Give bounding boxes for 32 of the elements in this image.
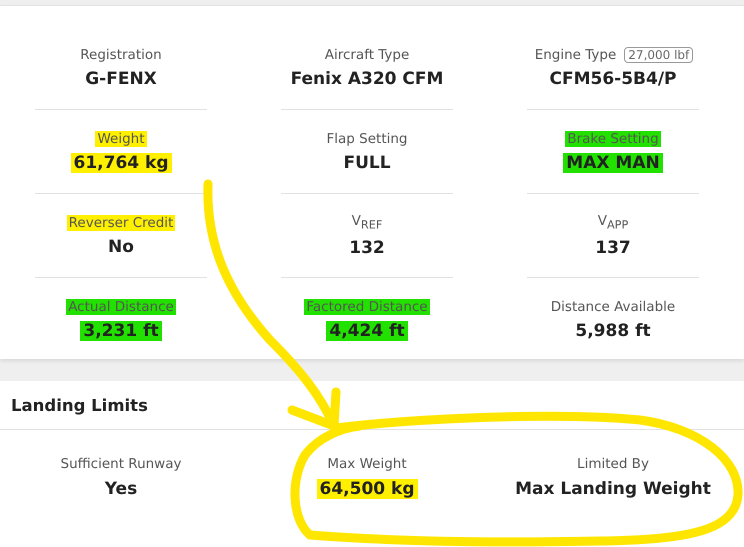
field-label: Reverser Credit <box>66 214 176 230</box>
field-value: MAX MAN <box>563 152 663 172</box>
field-value: 5,988 ft <box>574 320 652 340</box>
field-value: Fenix A320 CFM <box>290 68 444 88</box>
field-label: Flap Setting <box>326 130 408 146</box>
field-label: Actual Distance <box>66 298 176 314</box>
field-value: 4,424 ft <box>326 320 408 340</box>
field-label: Max Weight <box>326 456 408 472</box>
field-label: Distance Available <box>550 298 676 314</box>
field-label: Limited By <box>576 456 650 472</box>
field-value: 61,764 kg <box>70 152 172 172</box>
field-value: 132 <box>348 238 386 258</box>
field-value: No <box>107 236 135 256</box>
section-title: Landing Limits <box>11 396 148 414</box>
field-value: CFM56-5B4/P <box>548 68 678 88</box>
field-value: 137 <box>594 238 632 258</box>
field-label: Weight <box>95 130 147 146</box>
field-label: Registration <box>79 46 163 62</box>
field-label: Aircraft Type <box>324 46 410 62</box>
field-label: Engine Type <box>534 46 618 62</box>
field-label: Brake Setting <box>565 130 661 146</box>
thrust-badge: 27,000 lbf <box>624 46 694 62</box>
field-value: 3,231 ft <box>80 320 162 340</box>
field-label: V$_{REF}$ <box>350 213 384 232</box>
field-label: Factored Distance <box>304 298 430 314</box>
field-label: V$_{APP}$ <box>596 213 630 232</box>
field-value: Yes <box>104 479 138 499</box>
field-value: FULL <box>342 152 392 172</box>
field-label: Sufficient Runway <box>60 456 182 472</box>
field-value: 64,500 kg <box>316 479 418 499</box>
field-value: G-FENX <box>84 68 158 88</box>
field-value: Max Landing Weight <box>514 479 712 499</box>
